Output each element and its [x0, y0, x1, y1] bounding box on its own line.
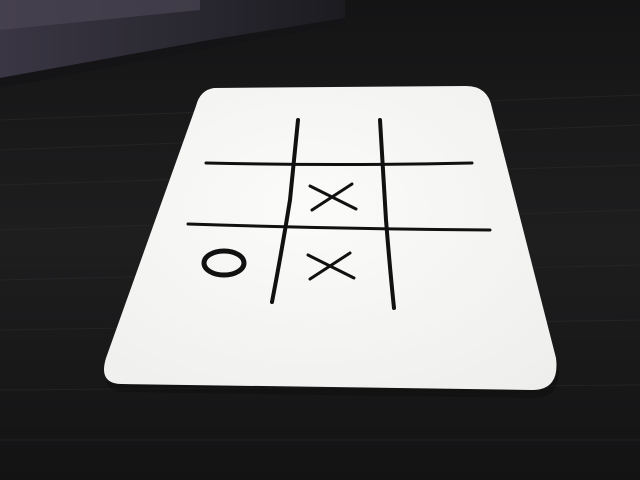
- photo-scene: [0, 0, 640, 480]
- grid-line-horizontal-top: [204, 161, 474, 166]
